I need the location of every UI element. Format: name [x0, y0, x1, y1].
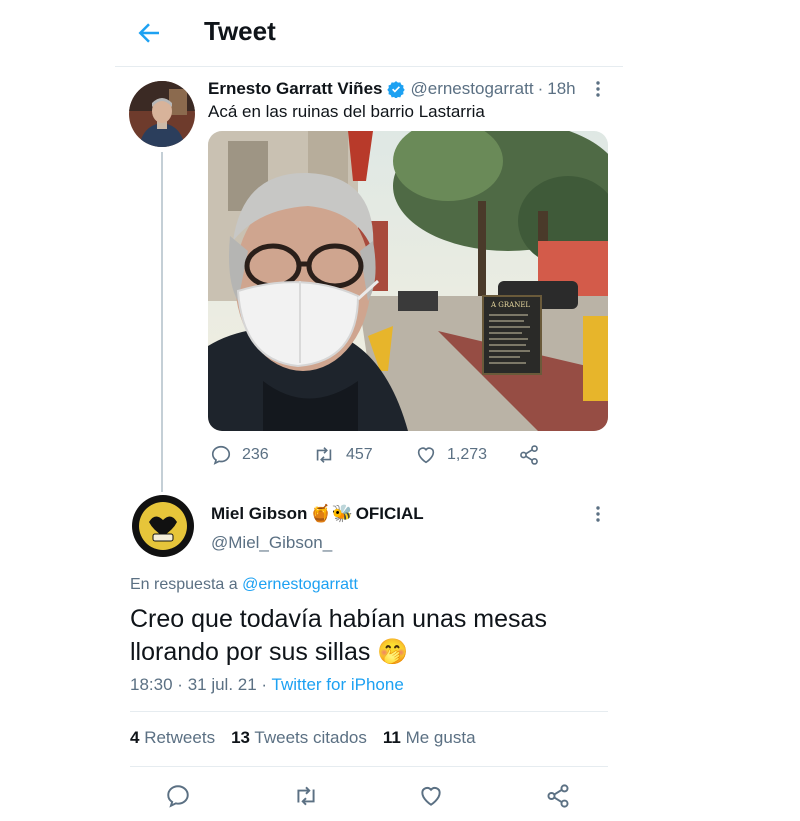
- reply-action[interactable]: 236: [210, 444, 269, 466]
- arrow-left-icon: [138, 23, 159, 43]
- photo-sign-text: A GRANEL: [490, 301, 530, 309]
- reply-icon: [211, 445, 231, 465]
- tweet-stats: 4 Retweets 13 Tweets citados 11 Me gusta: [130, 728, 476, 748]
- share-icon: [547, 784, 569, 808]
- client-link[interactable]: Twitter for iPhone: [272, 675, 404, 694]
- like-count: 1,273: [447, 446, 488, 463]
- reply-count: 236: [242, 446, 269, 463]
- tweet-time[interactable]: 18:30: [130, 675, 173, 694]
- reply-text: Creo que todavía habían unas mesas llora…: [130, 603, 610, 669]
- retweet-icon: [316, 447, 332, 463]
- reply-text-line2: llorando por sus sillas: [130, 638, 371, 666]
- quotes-stat[interactable]: 13 Tweets citados: [231, 728, 367, 748]
- separator-dot: ·: [537, 79, 544, 98]
- separator-dot: ·: [177, 675, 183, 694]
- tweet-date[interactable]: 31 jul. 21: [188, 675, 257, 694]
- honey-bee-emoji: 🍯🐝: [310, 504, 353, 523]
- heart-icon: [417, 447, 435, 464]
- retweet-icon: [297, 786, 315, 806]
- reply-button[interactable]: [165, 783, 191, 809]
- like-button[interactable]: [418, 783, 444, 809]
- author-handle[interactable]: @ernestogarratt: [410, 79, 533, 99]
- tweet-time[interactable]: 18h: [547, 79, 575, 99]
- tweet-text: Acá en las ruinas del barrio Lastarria: [208, 102, 485, 121]
- face-hand-over-mouth-emoji: 🤭: [377, 638, 409, 666]
- page-title: Tweet: [204, 16, 276, 46]
- thread-line: [161, 152, 163, 492]
- more-options-icon[interactable]: [590, 505, 606, 523]
- retweets-label: Retweets: [144, 728, 216, 747]
- verified-badge-icon: [387, 80, 406, 98]
- quotes-count: 13: [231, 728, 250, 747]
- reply-icon: [167, 785, 189, 808]
- likes-label: Me gusta: [405, 728, 476, 747]
- reply-author-row: Miel Gibson 🍯🐝 OFICIAL: [211, 502, 424, 526]
- tweet-photo[interactable]: A GRANEL: [208, 131, 608, 431]
- quotes-label: Tweets citados: [254, 728, 367, 747]
- divider: [130, 711, 608, 712]
- author-name[interactable]: Ernesto Garratt Viñes: [208, 79, 382, 99]
- share-button[interactable]: [545, 783, 571, 809]
- in-reply-to: En respuesta a @ernestogarratt: [130, 576, 358, 594]
- retweet-button[interactable]: [292, 783, 318, 809]
- retweet-count: 457: [346, 446, 373, 463]
- tweet-meta: 18:30 · 31 jul. 21 · Twitter for iPhone: [130, 675, 404, 695]
- author-name-suffix[interactable]: OFICIAL: [356, 504, 424, 524]
- likes-count: 11: [382, 728, 401, 747]
- separator-dot: ·: [261, 675, 268, 694]
- avatar-ernesto[interactable]: [129, 81, 195, 147]
- likes-stat[interactable]: 11 Me gusta: [383, 728, 476, 748]
- retweets-count: 4: [130, 728, 140, 747]
- divider: [130, 766, 608, 767]
- retweets-stat[interactable]: 4 Retweets: [130, 728, 215, 748]
- like-action[interactable]: 1,273: [415, 444, 487, 466]
- retweet-action[interactable]: 457: [312, 444, 373, 466]
- reply-text-line1: Creo que todavía habían unas mesas: [130, 605, 547, 633]
- header-divider: [115, 66, 623, 67]
- heart-icon: [421, 786, 441, 806]
- back-button[interactable]: [134, 18, 164, 48]
- in-reply-handle-link[interactable]: @ernestogarratt: [242, 576, 358, 593]
- share-icon: [520, 445, 538, 465]
- more-options-icon[interactable]: [590, 80, 606, 98]
- parent-author-row: Ernesto Garratt Viñes @ernestogarratt · …: [208, 77, 576, 101]
- in-reply-prefix: En respuesta a: [130, 576, 238, 593]
- share-action[interactable]: [518, 444, 540, 466]
- avatar-miel-gibson[interactable]: [131, 494, 195, 558]
- author-handle[interactable]: @Miel_Gibson_: [211, 533, 332, 553]
- author-name[interactable]: Miel Gibson: [211, 504, 307, 524]
